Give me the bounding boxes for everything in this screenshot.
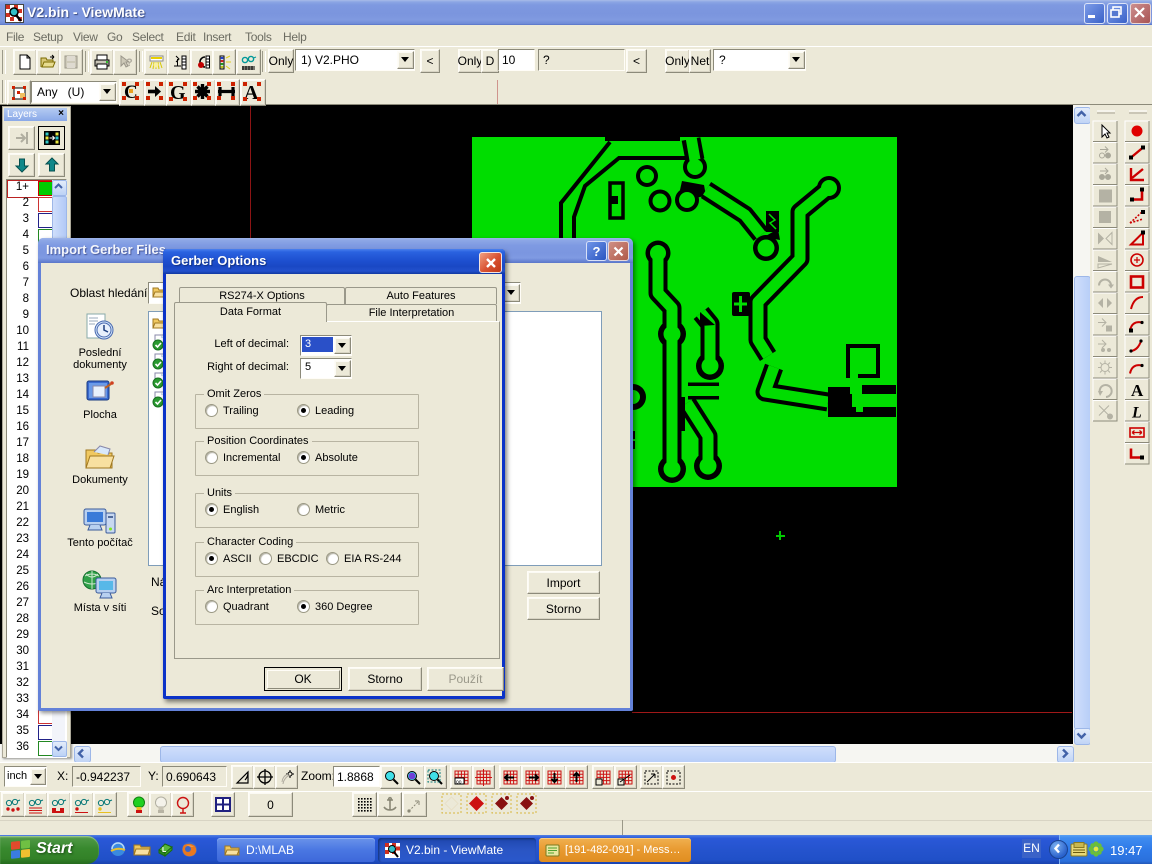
svg-text:A: A [1131,381,1144,400]
svg-text:L: L [1131,405,1142,422]
svg-text:L: L [162,847,167,854]
svg-text:?: ? [126,57,133,69]
svg-text:oo: oo [456,779,462,785]
